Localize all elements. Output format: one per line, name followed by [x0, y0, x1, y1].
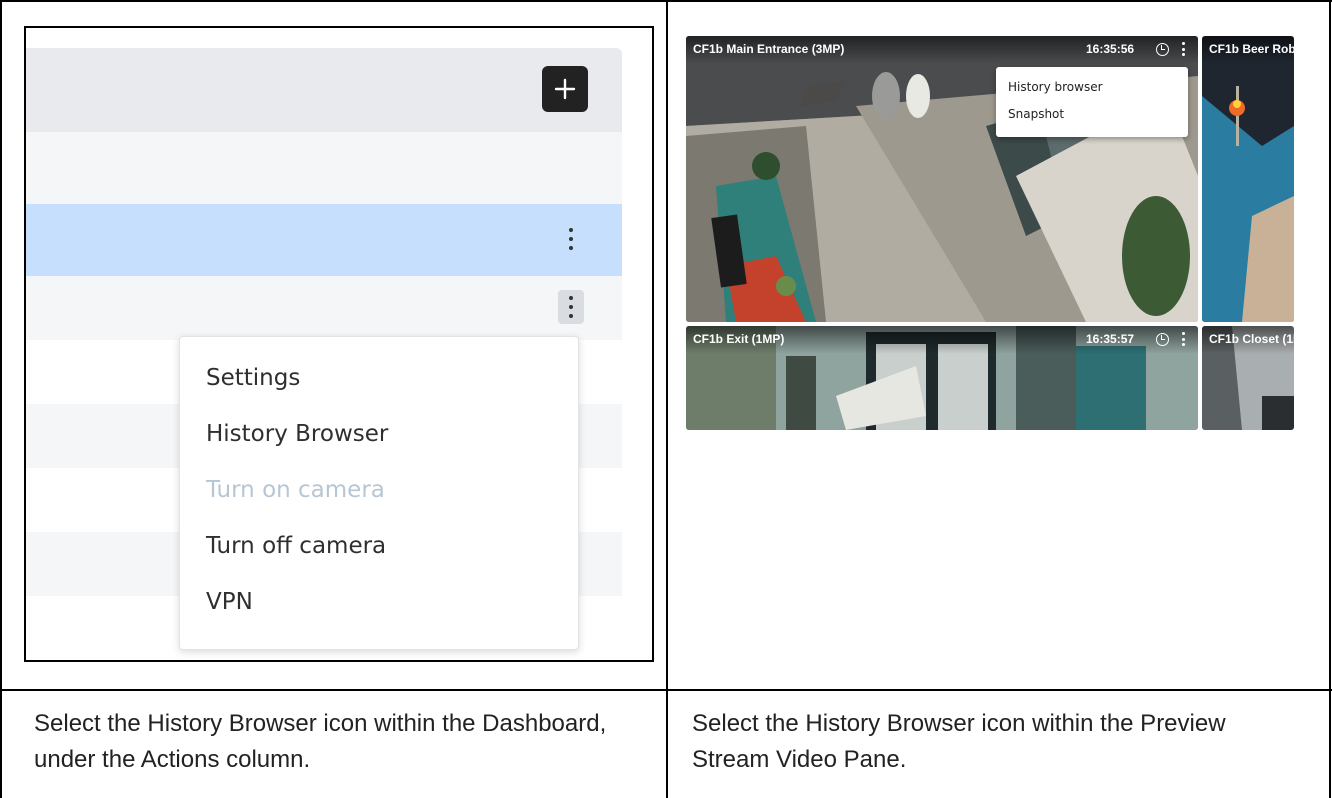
table-row[interactable]	[26, 276, 622, 340]
preview-stream-grid: CF1b Main Entrance (3MP) 16:35:56 Histor…	[686, 36, 1294, 430]
camera-name-label: CF1b Exit (1MP)	[693, 332, 785, 346]
camera-tile-main-entrance[interactable]: CF1b Main Entrance (3MP) 16:35:56 Histor…	[686, 36, 1198, 322]
right-caption: Select the History Browser icon within t…	[692, 710, 1226, 773]
menu-item-vpn[interactable]: VPN	[206, 589, 253, 615]
more-vertical-icon[interactable]	[1182, 332, 1186, 346]
camera-feed-image	[1202, 36, 1294, 322]
camera-name-label: CF1b Beer Robot (2	[1209, 42, 1294, 56]
instruction-table: Settings History Browser Turn on camera …	[0, 0, 1332, 798]
menu-item-history-browser[interactable]: History Browser	[206, 421, 388, 447]
more-vertical-icon[interactable]	[1182, 42, 1186, 56]
plus-icon	[554, 78, 576, 100]
left-caption: Select the History Browser icon within t…	[34, 710, 607, 773]
table-border-left	[0, 0, 2, 798]
dashboard-header-row	[26, 48, 622, 132]
dashboard-screenshot: Settings History Browser Turn on camera …	[24, 26, 654, 662]
timestamp-label: 16:35:56	[1086, 42, 1135, 56]
clock-icon[interactable]	[1156, 333, 1169, 346]
context-item-history-browser[interactable]: History browser	[1008, 80, 1103, 94]
camera-tile-exit[interactable]: CF1b Exit (1MP) 16:35:57	[686, 326, 1198, 430]
camera-tile-beer-robot[interactable]: CF1b Beer Robot (2	[1202, 36, 1294, 322]
table-row[interactable]	[26, 132, 622, 204]
table-row-divider	[0, 689, 1332, 691]
camera-name-label: CF1b Main Entrance (3MP)	[693, 42, 845, 56]
menu-item-turn-off-camera[interactable]: Turn off camera	[206, 533, 386, 559]
tile-context-menu: History browser Snapshot	[996, 67, 1188, 137]
add-button[interactable]	[542, 66, 588, 112]
row-actions-menu: Settings History Browser Turn on camera …	[179, 336, 579, 650]
clock-icon[interactable]	[1156, 43, 1169, 56]
context-item-snapshot[interactable]: Snapshot	[1008, 107, 1064, 121]
camera-tile-closet[interactable]: CF1b Closet (1MP)	[1202, 326, 1294, 430]
menu-item-settings[interactable]: Settings	[206, 365, 300, 391]
camera-name-label: CF1b Closet (1MP)	[1209, 332, 1294, 346]
row-actions-button[interactable]	[558, 290, 584, 324]
table-border-right	[1329, 0, 1331, 798]
menu-item-turn-on-camera: Turn on camera	[206, 477, 385, 503]
table-row-selected[interactable]	[26, 204, 622, 276]
timestamp-label: 16:35:57	[1086, 332, 1135, 346]
table-column-divider	[666, 0, 668, 798]
more-vertical-icon[interactable]	[558, 222, 584, 256]
